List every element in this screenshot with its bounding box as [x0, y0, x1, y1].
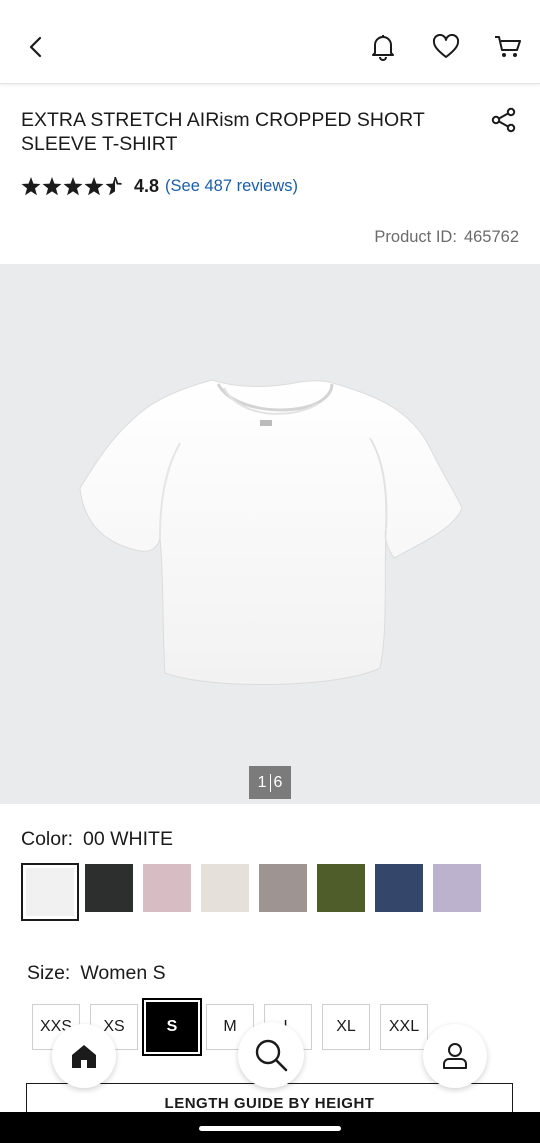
share-button[interactable] — [488, 104, 520, 136]
color-swatch[interactable] — [143, 864, 191, 912]
product-id: Product ID: 465762 — [374, 228, 519, 247]
color-swatch[interactable] — [433, 864, 481, 912]
star-icon — [63, 176, 83, 195]
color-swatch[interactable] — [317, 864, 365, 912]
reviews-link[interactable]: (See 487 reviews) — [165, 177, 298, 196]
size-option[interactable]: XL — [322, 1004, 370, 1050]
pager-total: 6 — [273, 773, 283, 791]
color-swatch[interactable] — [259, 864, 307, 912]
pager-current: 1 — [257, 773, 267, 791]
chevron-left-icon — [29, 36, 42, 58]
user-icon — [443, 1043, 467, 1069]
color-swatch[interactable] — [21, 863, 79, 921]
size-label: Size: — [27, 962, 71, 984]
color-swatches — [21, 863, 491, 921]
color-label: Color: — [21, 828, 74, 850]
heart-icon — [432, 34, 460, 58]
wishlist-button[interactable] — [429, 30, 463, 64]
rating-value: 4.8 — [134, 175, 160, 196]
back-button[interactable] — [20, 30, 54, 64]
image-pager: 1 6 — [249, 766, 291, 799]
product-image-gallery[interactable]: 1 6 — [0, 264, 540, 804]
size-selected: Women S — [80, 962, 166, 984]
half-star-icon — [105, 176, 122, 195]
color-swatch-fill — [26, 868, 74, 916]
product-image — [79, 379, 463, 685]
size-option[interactable]: S — [142, 998, 202, 1056]
color-swatch[interactable] — [201, 864, 249, 912]
star-icon — [21, 176, 41, 195]
size-label-row: Size: Women S — [27, 962, 166, 985]
pager-divider — [269, 773, 271, 792]
star-icon — [42, 176, 62, 195]
product-title: EXTRA STRETCH AIRism CROPPED SHORT SLEEV… — [21, 109, 425, 155]
share-icon — [491, 107, 516, 133]
cart-icon — [495, 36, 521, 57]
cart-button[interactable] — [491, 30, 525, 64]
size-option[interactable]: XXL — [380, 1004, 428, 1050]
system-navigation-bar — [0, 1112, 540, 1143]
search-button[interactable] — [238, 1022, 304, 1088]
bell-icon — [372, 35, 394, 61]
account-button[interactable] — [423, 1024, 487, 1088]
product-id-value: 465762 — [463, 228, 519, 246]
home-icon — [72, 1045, 96, 1068]
color-swatch[interactable] — [85, 864, 133, 912]
star-icon — [84, 176, 104, 195]
star-rating — [21, 176, 125, 196]
notifications-button[interactable] — [366, 30, 400, 64]
home-button[interactable] — [52, 1024, 116, 1088]
home-gesture-handle[interactable] — [199, 1126, 341, 1131]
search-icon — [255, 1039, 288, 1072]
color-selected: 00 WHITE — [83, 828, 173, 850]
color-swatch[interactable] — [375, 864, 423, 912]
top-app-bar — [0, 0, 540, 84]
color-label-row: Color: 00 WHITE — [21, 828, 173, 851]
product-id-label: Product ID: — [374, 228, 457, 246]
rating-row: 4.8 (See 487 reviews) — [21, 174, 298, 198]
